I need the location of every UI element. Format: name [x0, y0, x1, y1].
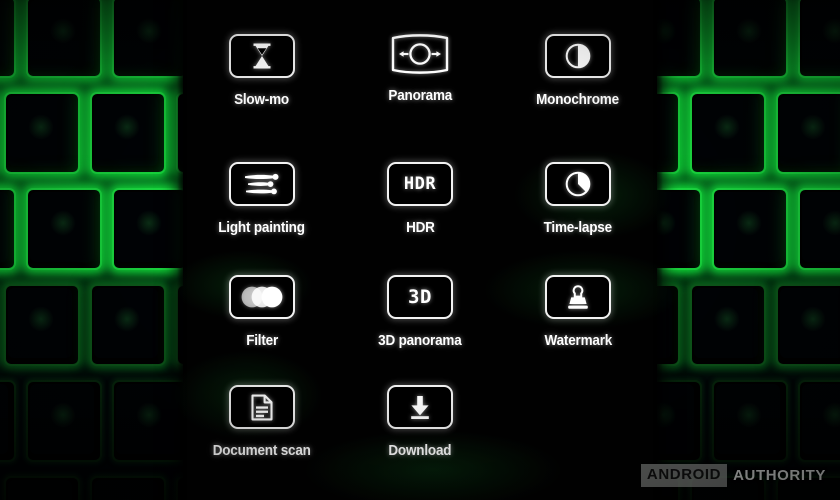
mode-item-hdr[interactable]: HDR HDR	[341, 162, 499, 275]
overlapping-circles-icon[interactable]	[229, 275, 295, 319]
keyboard-keycap	[8, 480, 72, 500]
keyboard-key-grid	[0, 0, 190, 500]
pie-clock-icon[interactable]	[545, 162, 611, 206]
three-d-icon-text: 3D	[408, 286, 432, 308]
keycap-legend-glow	[714, 306, 740, 332]
mode-label: Watermark	[544, 333, 612, 349]
mode-item-download[interactable]: Download	[341, 385, 499, 500]
keycap-legend-glow	[50, 402, 76, 428]
keyboard-background-right	[652, 0, 840, 500]
camera-mode-panel: Slow-mo Panorama Monochrome Light painti…	[173, 0, 683, 500]
panorama-icon[interactable]	[389, 34, 451, 74]
mode-item-filter[interactable]: Filter	[183, 275, 341, 385]
keycap-legend-glow	[114, 306, 140, 332]
keyboard-keycap	[0, 384, 8, 454]
mode-item-panorama[interactable]: Panorama	[341, 34, 499, 162]
mode-label: Time-lapse	[543, 220, 613, 236]
keycap-legend-glow	[136, 18, 162, 44]
watermark-plain-text: AUTHORITY	[733, 467, 826, 484]
keycap-legend-glow	[28, 114, 54, 140]
keycap-legend-glow	[28, 306, 54, 332]
android-authority-watermark: ANDROID AUTHORITY	[640, 464, 826, 487]
mode-label: HDR	[405, 220, 435, 236]
mode-label: Monochrome	[536, 92, 620, 108]
mode-item-light-painting[interactable]: Light painting	[183, 162, 341, 275]
keycap-legend-glow	[736, 402, 762, 428]
mode-item-monochrome[interactable]: Monochrome	[499, 34, 657, 162]
keycap-legend-glow	[50, 18, 76, 44]
watermark-boxed: ANDROID	[640, 464, 728, 487]
hourglass-icon[interactable]	[229, 34, 295, 78]
mode-item-slow-mo[interactable]: Slow-mo	[183, 34, 341, 162]
keyboard-key-grid	[652, 0, 840, 500]
mode-label: Document scan	[213, 443, 311, 459]
keycap-legend-glow	[114, 114, 140, 140]
keyboard-background-left	[0, 0, 190, 500]
keyboard-keycap	[0, 0, 8, 70]
mode-label: Light painting	[218, 220, 306, 236]
mode-item-time-lapse[interactable]: Time-lapse	[499, 162, 657, 275]
keycap-legend-glow	[736, 210, 762, 236]
download-arrow-icon[interactable]	[387, 385, 453, 429]
keyboard-keycap	[0, 192, 8, 262]
keycap-legend-glow	[736, 18, 762, 44]
hdr-icon-text: HDR	[403, 174, 437, 194]
three-d-icon[interactable]: 3D	[387, 275, 453, 319]
watermark-boxed-text: ANDROID	[646, 466, 722, 483]
mode-label: Panorama	[388, 88, 452, 104]
light-trails-icon[interactable]	[229, 162, 295, 206]
mode-item-3d-panorama[interactable]: 3D 3D panorama	[341, 275, 499, 385]
keycap-legend-glow	[800, 306, 826, 332]
screenshot-stage: Slow-mo Panorama Monochrome Light painti…	[0, 0, 840, 500]
stamp-icon[interactable]	[545, 275, 611, 319]
hdr-icon[interactable]: HDR	[387, 162, 453, 206]
keyboard-keycap	[94, 480, 158, 500]
mode-label: Download	[388, 443, 452, 459]
keycap-legend-glow	[136, 210, 162, 236]
mode-label: Filter	[246, 333, 278, 349]
mode-item-watermark[interactable]: Watermark	[499, 275, 657, 385]
keycap-legend-glow	[800, 114, 826, 140]
document-page-icon[interactable]	[229, 385, 295, 429]
contrast-circle-icon[interactable]	[545, 34, 611, 78]
mode-item-document-scan[interactable]: Document scan	[183, 385, 341, 500]
keycap-legend-glow	[714, 114, 740, 140]
mode-label: 3D panorama	[378, 333, 462, 349]
keycap-legend-glow	[136, 402, 162, 428]
camera-mode-grid: Slow-mo Panorama Monochrome Light painti…	[183, 0, 657, 500]
mode-label: Slow-mo	[234, 92, 290, 108]
keycap-legend-glow	[50, 210, 76, 236]
